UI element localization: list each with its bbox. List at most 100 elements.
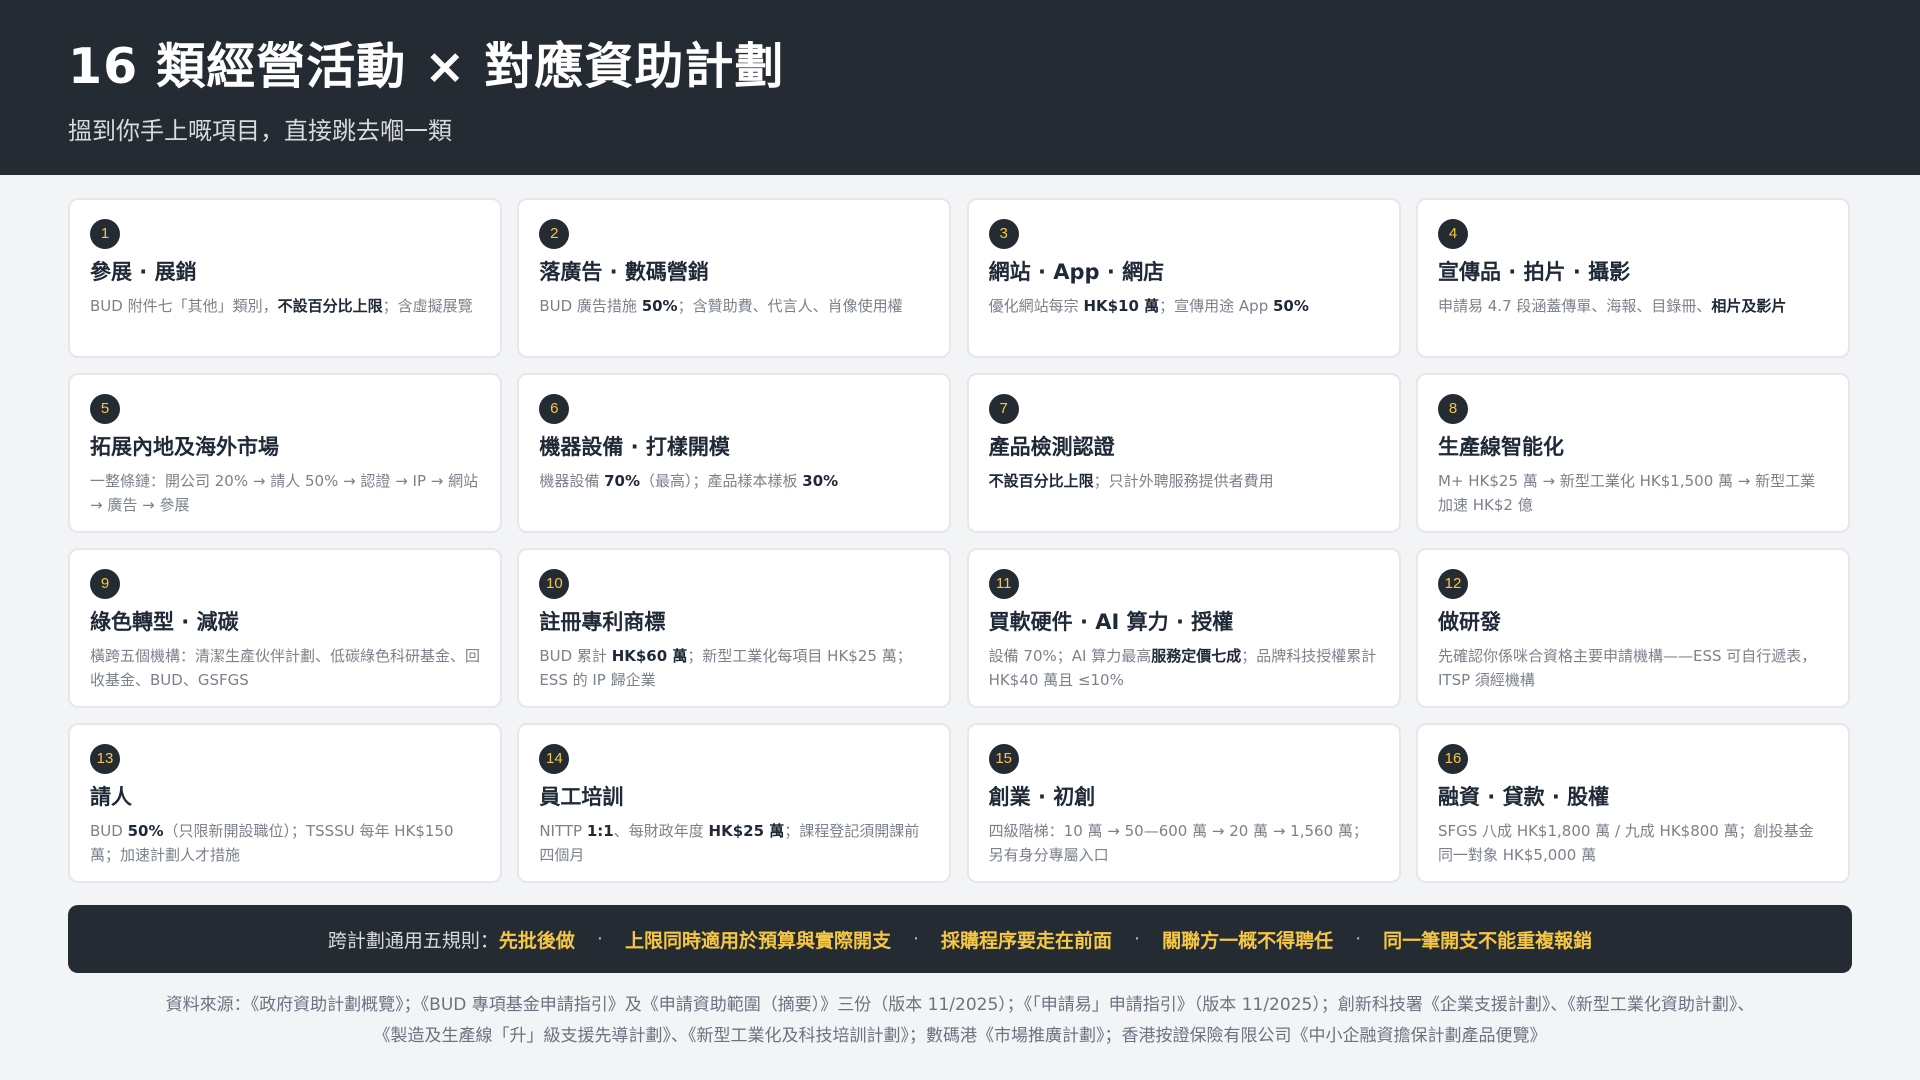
card-number-badge: 16 — [1437, 744, 1468, 774]
desc-highlight: 30% — [802, 472, 839, 490]
desc-highlight: 不設百分比上限 — [988, 472, 1094, 490]
desc-highlight: 相片及影片 — [1711, 297, 1787, 315]
activity-card[interactable]: 9 綠色轉型 · 減碳橫跨五個機構：清潔生產伙伴計劃、低碳綠色科研基金、回收基金、… — [68, 548, 502, 708]
activity-card[interactable]: 15 創業 · 初創四級階梯：10 萬 → 50—600 萬 → 20 萬 → 1… — [966, 723, 1401, 883]
desc-text: ；宣傳用途 App — [1159, 297, 1273, 315]
card-title: 融資 · 貸款 · 股權 — [1437, 785, 1610, 809]
activity-card[interactable]: 7 產品檢測認證不設百分比上限；只計外聘服務提供者費用 — [966, 373, 1401, 533]
rule-separator: · — [912, 928, 919, 950]
desc-text: BUD 累計 — [539, 647, 612, 665]
card-title: 拓展內地及海外市場 — [90, 435, 279, 459]
card-title: 生產線智能化 — [1437, 435, 1564, 459]
source-line-1: 資料來源：《政府資助計劃概覽》；《BUD 專項基金申請指引》及《申請資助範圍（摘… — [165, 995, 1755, 1015]
desc-text: ；含贊助費、代言人、肖像使用權 — [677, 297, 903, 315]
rule-item: 同一筆開支不能重複報銷 — [1383, 929, 1593, 952]
card-number-badge: 9 — [90, 569, 120, 599]
activity-card[interactable]: 14 員工培訓 NITTP 1:1、每財政年度 HK$25 萬；課程登記須開課前四個… — [517, 723, 952, 883]
card-number-badge: 7 — [988, 394, 1019, 424]
desc-text: 機器設備 — [539, 472, 605, 490]
card-title: 註冊專利商標 — [539, 610, 666, 634]
card-number-badge: 10 — [539, 569, 570, 599]
card-title: 綠色轉型 · 減碳 — [90, 610, 239, 634]
desc-text: （最高）；產品樣本樣板 — [640, 472, 803, 490]
card-number-badge: 15 — [988, 744, 1019, 774]
activity-card[interactable]: 8 生產線智能化 M+ HK$25 萬 → 新型工業化 HK$1,500 萬 → 新… — [1415, 373, 1850, 533]
card-title: 員工培訓 — [539, 785, 624, 809]
card-description: BUD 50%（只限新開設職位）；TSSSU 每年 HK$150 萬；加速計劃人… — [90, 819, 480, 867]
desc-text: 申請易 4.7 段涵蓋傳單、海報、目錄冊、 — [1437, 297, 1712, 315]
desc-text: BUD 附件七「其他」類別， — [90, 297, 278, 315]
page-subtitle: 搵到你手上嘅項目，直接跳去嗰一類 — [68, 117, 452, 145]
card-number-badge: 11 — [988, 569, 1019, 599]
card-description: SFGS 八成 HK$1,800 萬 / 九成 HK$800 萬；創投基金同一對… — [1438, 819, 1828, 867]
desc-text: 橫跨五個機構：清潔生產伙伴計劃、低碳綠色科研基金、回收基金、BUD、GSFGS — [90, 647, 480, 689]
card-description: BUD 附件七「其他」類別，不設百分比上限；含虛擬展覽 — [90, 294, 480, 318]
card-title: 參展 · 展銷 — [90, 260, 197, 284]
card-description: 機器設備 70%（最高）；產品樣本樣板 30% — [539, 469, 929, 493]
rules-label: 跨計劃通用五規則： — [327, 929, 499, 952]
rule-item: 先批後做 — [498, 929, 575, 952]
card-title: 產品檢測認證 — [988, 435, 1115, 459]
card-title: 請人 — [90, 785, 132, 809]
activity-card[interactable]: 16 融資 · 貸款 · 股權 SFGS 八成 HK$1,800 萬 / 九成 HK… — [1415, 723, 1850, 883]
activity-card[interactable]: 12 做研發先確認你係咪合資格主要申請機構——ESS 可自行遞表，ITSP 須經機… — [1415, 548, 1850, 708]
card-title: 宣傳品 · 拍片 · 攝影 — [1437, 260, 1631, 284]
desc-text: M+ HK$25 萬 → 新型工業化 HK$1,500 萬 → 新型工業加速 H… — [1437, 472, 1816, 514]
page-title: 16 類經營活動 × 對應資助計劃 — [68, 38, 785, 95]
desc-text: BUD — [90, 822, 128, 840]
card-description: 申請易 4.7 段涵蓋傳單、海報、目錄冊、相片及影片 — [1438, 294, 1828, 318]
card-title: 做研發 — [1437, 610, 1501, 634]
desc-highlight: 50% — [641, 297, 678, 315]
card-description: BUD 廣告措施 50%；含贊助費、代言人、肖像使用權 — [539, 294, 929, 318]
rule-separator: · — [596, 928, 603, 950]
card-description: 四級階梯：10 萬 → 50—600 萬 → 20 萬 → 1,560 萬；另有… — [989, 819, 1379, 867]
activity-card[interactable]: 4 宣傳品 · 拍片 · 攝影 申請易 4.7 段涵蓋傳單、海報、目錄冊、相片及影片 — [1415, 198, 1850, 358]
card-description: 設備 70%；AI 算力最高服務定價七成；品牌科技授權累計 HK$40 萬且 ≤… — [989, 644, 1379, 692]
source-line-2: 《製造及生產線「升」級支援先導計劃》、《新型工業化及科技培訓計劃》；數碼港《市場… — [373, 1026, 1547, 1046]
desc-text: NITTP — [539, 822, 587, 840]
card-title: 落廣告 · 數碼營銷 — [539, 260, 709, 284]
card-description: 橫跨五個機構：清潔生產伙伴計劃、低碳綠色科研基金、回收基金、BUD、GSFGS — [90, 644, 480, 692]
card-number-badge: 14 — [539, 744, 570, 774]
card-title: 買軟硬件 · AI 算力 · 授權 — [988, 610, 1234, 634]
activity-card[interactable]: 1 參展 · 展銷 BUD 附件七「其他」類別，不設百分比上限；含虛擬展覽 — [68, 198, 502, 358]
activity-card[interactable]: 5 拓展內地及海外市場一整條鏈：開公司 20% → 請人 50% → 認證 → I… — [68, 373, 502, 533]
activity-card[interactable]: 13 請人 BUD 50%（只限新開設職位）；TSSSU 每年 HK$150 萬；加… — [68, 723, 502, 883]
desc-highlight: HK$10 萬 — [1083, 297, 1160, 315]
card-description: 一整條鏈：開公司 20% → 請人 50% → 認證 → IP → 網站 → 廣… — [90, 469, 480, 517]
desc-highlight: 1:1 — [586, 822, 614, 840]
card-number-badge: 5 — [90, 394, 120, 424]
rule-item: 上限同時適用於預算與實際開支 — [624, 929, 891, 952]
desc-highlight: 服務定價七成 — [1151, 647, 1242, 665]
desc-text: BUD 廣告措施 — [539, 297, 642, 315]
card-description: BUD 累計 HK$60 萬；新型工業化每項目 HK$25 萬；ESS 的 IP… — [539, 644, 929, 692]
rule-item: 關聯方一概不得聘任 — [1162, 929, 1334, 952]
activity-card[interactable]: 3 網站 · App · 網店 優化網站每宗 HK$10 萬；宣傳用途 App 50… — [966, 198, 1401, 358]
desc-text: 、每財政年度 — [613, 822, 709, 840]
card-title: 機器設備 · 打樣開模 — [539, 435, 730, 459]
card-title: 創業 · 初創 — [988, 785, 1096, 809]
card-description: NITTP 1:1、每財政年度 HK$25 萬；課程登記須開課前四個月 — [539, 819, 929, 867]
desc-text: 先確認你係咪合資格主要申請機構——ESS 可自行遞表，ITSP 須經機構 — [1437, 647, 1817, 689]
desc-text: 四級階梯：10 萬 → 50—600 萬 → 20 萬 → 1,560 萬；另有… — [988, 822, 1368, 864]
desc-text: ；只計外聘服務提供者費用 — [1093, 472, 1274, 490]
card-number-badge: 8 — [1437, 394, 1468, 424]
activity-grid: 1 參展 · 展銷 BUD 附件七「其他」類別，不設百分比上限；含虛擬展覽 2 落廣告 … — [68, 198, 1850, 883]
desc-highlight: HK$60 萬 — [611, 647, 688, 665]
desc-highlight: 不設百分比上限 — [277, 297, 383, 315]
header-banner: 16 類經營活動 × 對應資助計劃 搵到你手上嘅項目，直接跳去嗰一類 — [0, 0, 1920, 175]
rule-item: 採購程序要走在前面 — [941, 929, 1113, 952]
card-number-badge: 13 — [90, 744, 120, 774]
activity-card[interactable]: 11 買軟硬件 · AI 算力 · 授權設備 70%；AI 算力最高服務定價七成；… — [966, 548, 1401, 708]
desc-text: 優化網站每宗 — [988, 297, 1084, 315]
activity-card[interactable]: 6 機器設備 · 打樣開模 機器設備 70%（最高）；產品樣本樣板 30% — [517, 373, 952, 533]
activity-card[interactable]: 10 註冊專利商標 BUD 累計 HK$60 萬；新型工業化每項目 HK$25 萬；… — [517, 548, 952, 708]
desc-text: ；含虛擬展覽 — [382, 297, 473, 315]
card-number-badge: 3 — [988, 219, 1019, 249]
desc-highlight: 70% — [604, 472, 641, 490]
desc-highlight: 50% — [127, 822, 164, 840]
card-description: 不設百分比上限；只計外聘服務提供者費用 — [989, 469, 1379, 493]
card-number-badge: 12 — [1437, 569, 1468, 599]
activity-card[interactable]: 2 落廣告 · 數碼營銷 BUD 廣告措施 50%；含贊助費、代言人、肖像使用權 — [517, 198, 952, 358]
card-description: M+ HK$25 萬 → 新型工業化 HK$1,500 萬 → 新型工業加速 H… — [1438, 469, 1828, 517]
